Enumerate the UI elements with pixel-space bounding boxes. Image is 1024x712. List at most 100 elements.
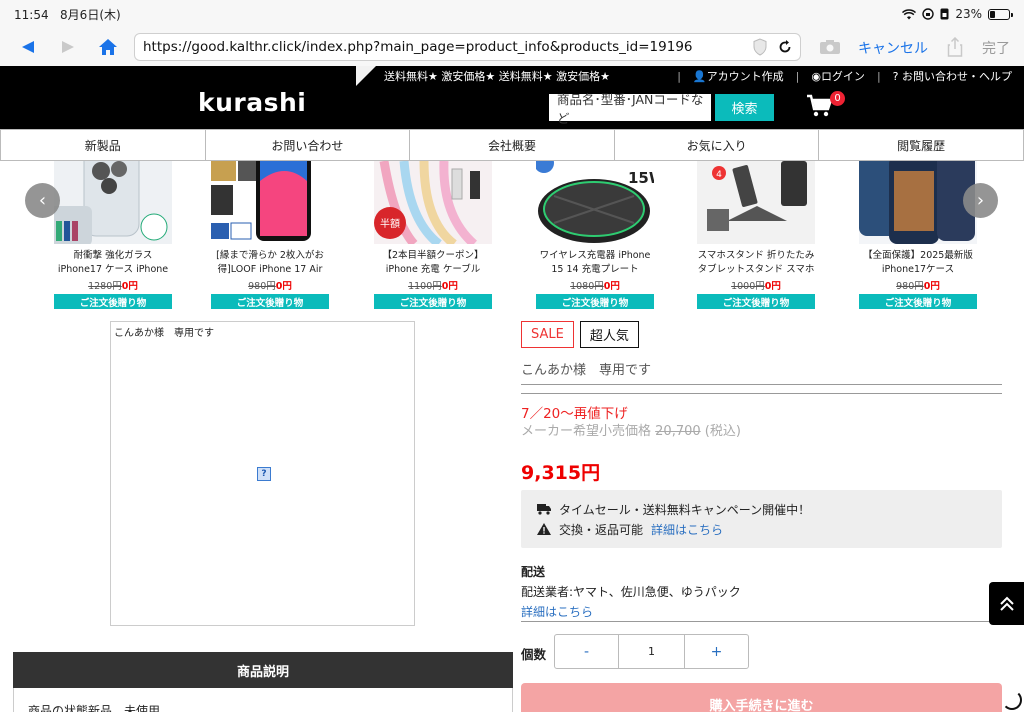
user-circle-icon: ◉ [811,70,821,83]
campaign-text: タイムセール・送料無料キャンペーン開催中！ [559,502,811,517]
back-arrow-icon [22,41,34,53]
carousel-prev-button[interactable]: ‹ [25,183,60,218]
url-text: https://good.kalthr.click/index.php?main… [143,39,693,55]
home-icon [99,39,117,55]
back-button[interactable] [8,28,48,66]
search-input[interactable]: 商品名･型番･JANコードなど [549,92,711,126]
svg-text:半額: 半額 [380,217,400,230]
separator: | [876,69,881,83]
browser-toolbar: https://good.kalthr.click/index.php?main… [0,28,1024,66]
sale-tag: SALE [521,321,574,348]
cart-count-badge: 0 [830,91,845,106]
site-logo[interactable]: kurashi [198,88,306,117]
new-price: 0円 [441,281,458,292]
main-nav: 新製品 お問い合わせ 会社概要 お気に入り 閲覧履歴 [0,129,1024,161]
help-label: お問い合わせ・ヘルプ [902,70,1012,83]
new-price: 0円 [764,281,781,292]
old-price: 1100円 [408,281,442,292]
help-link[interactable]: ? お問い合わせ・ヘルプ [893,68,1012,84]
promo-banner: 送料無料★ 激安価格★ 送料無料★ 激安価格★ [356,66,610,86]
carousel-item[interactable]: 半額 【2本目半額クーポン】iPhone 充電 ケーブル iPhone 充電… … [374,161,492,309]
product-tags: SALE 超人気 [521,321,639,348]
product-carousel: 耐衝撃 強化ガラス iPhone17 ケース iPhone Air クリアケ… … [0,161,1024,313]
quantity-decrement-button[interactable]: - [555,635,619,668]
quantity-label: 個数 [521,647,547,662]
nav-contact[interactable]: お問い合わせ [204,130,410,160]
chevron-right-icon: › [976,190,985,211]
nav-new-products[interactable]: 新製品 [0,130,205,160]
product-price: 980円0円 [859,278,977,292]
new-price: 0円 [275,281,292,292]
new-price: 0円 [603,281,620,292]
product-image-box: こんあか様 専用です ? [110,321,415,626]
shipping-details-link[interactable]: 詳細はこちら [521,603,593,620]
carousel-next-button[interactable]: › [963,183,998,218]
site-header: kurashi 商品名･型番･JANコードなど 検索 0 [0,86,1024,129]
separator: | [677,69,681,83]
old-price: 980円 [896,281,924,292]
forward-arrow-icon [62,41,74,53]
sim-icon [940,8,949,20]
shield-icon[interactable] [752,38,768,56]
gift-badge: ご注文後贈り物 [697,294,815,309]
search-button[interactable]: 検索 [715,94,774,121]
returns-details-link[interactable]: 詳細はこちら [651,521,723,538]
product-name: 耐衝撃 強化ガラス iPhone17 ケース iPhone Air クリアケ… [57,250,169,275]
price-notice: 7／20〜再値下げ [521,406,628,422]
carousel-item[interactable]: 15W ワイヤレス充電器 iPhone 15 14 充電プレート Andriod… [536,161,654,309]
camera-icon[interactable] [819,39,841,55]
forward-button[interactable] [48,28,88,66]
carousel-item[interactable]: 【全面保護】2025最新版 iPhone17ケース iPhone1… 980円0… [859,161,977,309]
site-top-strip: 送料無料★ 激安価格★ 送料無料★ 激安価格★ | 👤アカウント作成 | ◉ログ… [0,66,1024,86]
divider [521,393,1002,394]
create-account-link[interactable]: 👤アカウント作成 [693,68,784,84]
quantity-input[interactable]: 1 [619,635,685,668]
truck-icon [537,504,551,515]
checkout-button[interactable]: 購入手続きに進む [521,683,1002,712]
quantity-increment-button[interactable]: + [685,635,748,668]
msrp-label: メーカー希望小売価格 [521,424,652,439]
description-body: 商品の状態新品、未使用 [13,688,513,712]
product-thumbnail: 半額 [374,161,492,244]
cancel-button[interactable]: キャンセル [858,38,928,58]
reload-icon[interactable] [778,40,792,54]
product-thumbnail [211,161,329,244]
double-chevron-up-icon [999,596,1014,611]
old-price: 1280円 [88,281,122,292]
carousel-item[interactable]: 耐衝撃 強化ガラス iPhone17 ケース iPhone Air クリアケ… … [54,161,172,309]
old-price: 980円 [248,281,276,292]
battery-percent: 23% [955,7,982,21]
gift-badge: ご注文後贈り物 [536,294,654,309]
url-bar[interactable]: https://good.kalthr.click/index.php?main… [134,33,801,61]
share-icon[interactable] [947,37,963,57]
product-thumbnail: 15W [536,161,654,244]
question-icon: ? [892,70,899,83]
login-link[interactable]: ◉ログイン [811,68,865,84]
status-left: 11:54 8月6日(木) [14,6,121,23]
nav-favorites[interactable]: お気に入り [613,130,819,160]
image-caption: こんあか様 専用です [114,328,214,339]
chevron-left-icon: ‹ [38,190,47,211]
shipping-carriers: 配送業者:ヤマト、佐川急便、ゆうパック [521,585,741,599]
status-date: 8月6日(木) [60,7,121,22]
product-price: 1280円0円 [54,278,172,292]
nav-company[interactable]: 会社概要 [409,130,614,160]
quantity-stepper: - 1 + [554,634,749,669]
promo-text: 送料無料★ 激安価格★ 送料無料★ 激安価格★ [384,70,610,83]
old-price: 1000円 [731,281,765,292]
new-price: 0円 [121,281,138,292]
nav-history[interactable]: 閲覧履歴 [818,130,1024,160]
msrp-tax: (税込) [704,424,741,439]
home-button[interactable] [88,28,128,66]
broken-image-icon: ? [257,467,271,481]
done-button[interactable]: 完了 [982,38,1010,58]
scroll-to-top-button[interactable] [989,582,1024,625]
product-name: [縁まで滑らか 2枚入がお得]LOOF iPhone 17 Air 16… [216,250,324,275]
ios-status-bar: 11:54 8月6日(木) 23% [0,0,1024,28]
campaign-box: タイムセール・送料無料キャンペーン開催中！ 交換・返品可能 詳細はこちら [521,490,1002,548]
description-heading: 商品説明 [13,652,513,688]
carousel-item[interactable]: [縁まで滑らか 2枚入がお得]LOOF iPhone 17 Air 16… 98… [211,161,329,309]
sale-price: 9,315円 [521,462,601,484]
carousel-item[interactable]: 4 スマホスタンド 折りたたみ タブレットスタンド スマホホルダ… 1000円0… [697,161,815,309]
product-thumbnail: 4 [697,161,815,244]
